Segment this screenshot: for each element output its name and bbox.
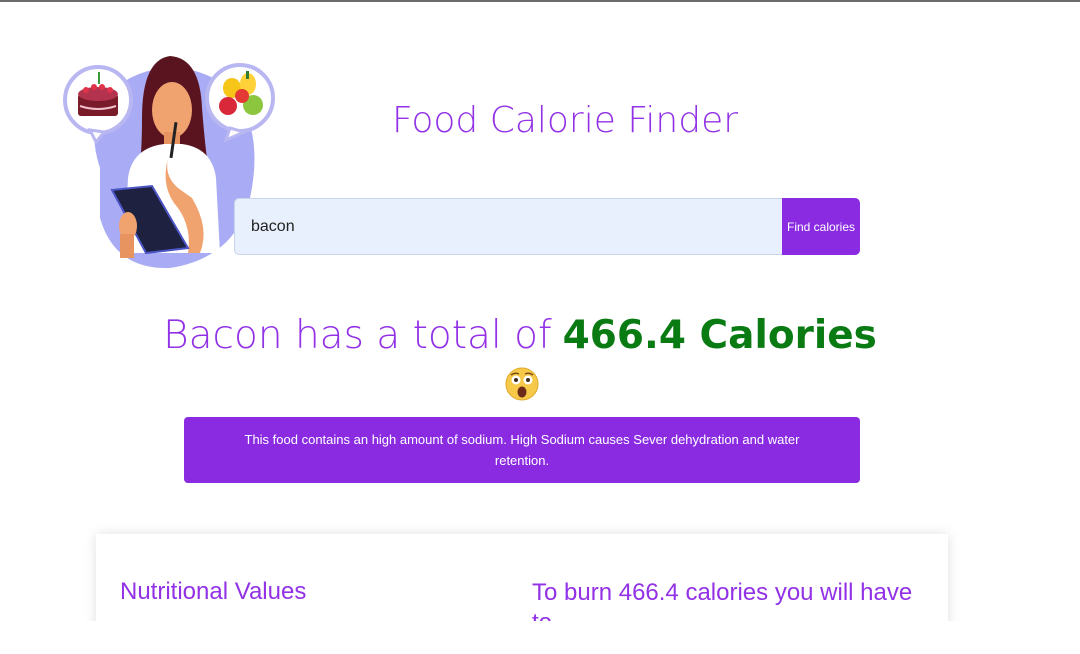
result-calories-value: 466.4 Calories <box>562 313 877 358</box>
astonished-face-icon <box>505 367 539 401</box>
calorie-result-headline: Bacon has a total of 466.4 Calories <box>140 310 900 362</box>
screen-bottom-edge <box>0 621 1080 654</box>
food-search-input[interactable] <box>234 198 782 255</box>
top-divider <box>0 0 1080 2</box>
nutritional-values-heading: Nutritional Values <box>120 578 307 605</box>
find-calories-button[interactable]: Find calories <box>782 198 860 255</box>
page-title: Food Calorie Finder <box>391 100 739 141</box>
result-prefix: Bacon has a total of <box>163 313 552 358</box>
search-form: Find calories <box>234 198 860 255</box>
sodium-warning-alert: This food contains an high amount of sod… <box>184 417 860 483</box>
page: Food Calorie Finder Find calories Bacon … <box>0 0 1080 654</box>
